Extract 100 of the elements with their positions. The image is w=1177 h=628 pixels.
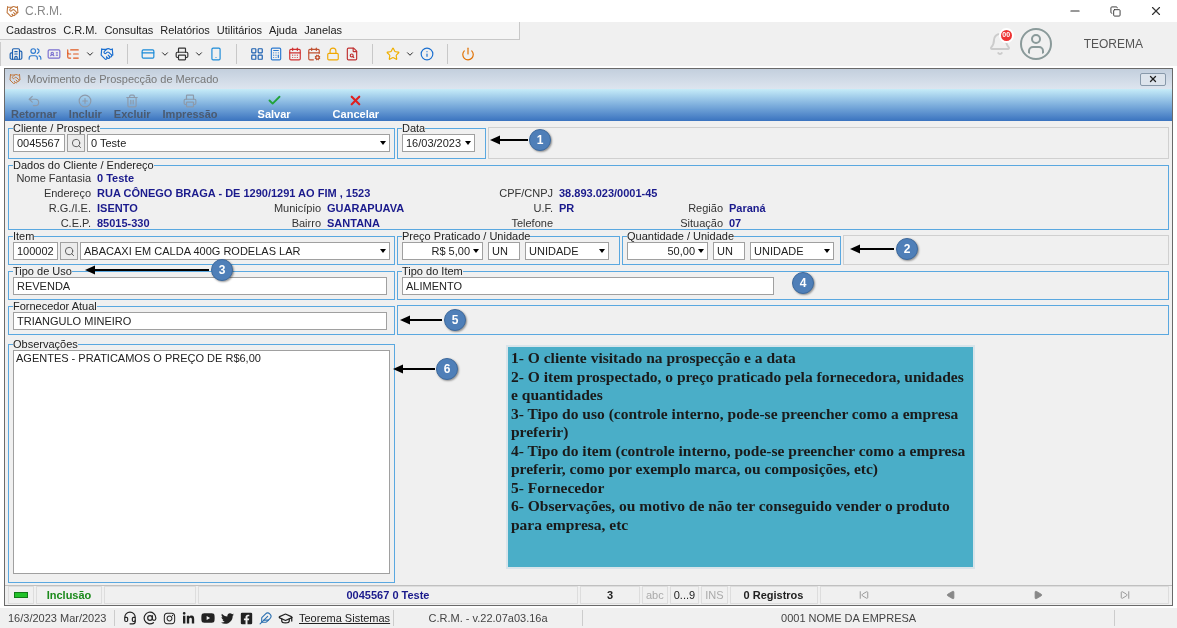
field-value: 07 (729, 216, 743, 231)
menu-item[interactable]: Janelas (304, 22, 343, 39)
text-field[interactable]: UN (713, 242, 745, 260)
close-icon[interactable] (1149, 4, 1163, 18)
menu-item[interactable]: C.R.M. (63, 22, 98, 39)
search-button[interactable] (67, 134, 85, 152)
calendar-gear-icon[interactable] (307, 47, 321, 61)
close-icon (1148, 74, 1158, 84)
handshake-icon[interactable] (100, 47, 114, 61)
field-label: Situação (679, 216, 723, 231)
group-label: Dados do Cliente / Endereço (13, 160, 154, 171)
combo-box[interactable]: 0 Teste (87, 134, 390, 152)
note-text: 1- O cliente visitado na prospecção e a data (511, 349, 797, 368)
card-icon[interactable] (141, 47, 155, 61)
power-icon[interactable] (461, 47, 475, 61)
field-value: GUARAPUAVA (327, 201, 406, 216)
menu-item[interactable]: Consultas (104, 22, 154, 39)
menu-item[interactable]: Ajuda (269, 22, 298, 39)
field-value: 0 Teste (97, 171, 136, 186)
combo-box[interactable]: 16/03/2023 (402, 134, 475, 152)
linkedin-icon[interactable] (182, 611, 195, 625)
info-icon[interactable] (420, 47, 434, 61)
caret-icon (465, 141, 471, 145)
text-field[interactable]: 100002 (13, 242, 58, 260)
close-button[interactable] (1140, 72, 1166, 86)
combo-box[interactable]: UNIDADE (525, 242, 609, 260)
field-label: R.G./I.E. (47, 201, 91, 216)
field-label: U.F. (532, 201, 553, 216)
trash-icon (125, 94, 140, 108)
at-sign-icon[interactable] (143, 611, 157, 625)
window-icon (9, 73, 21, 85)
grid-icon[interactable] (250, 47, 264, 61)
search-icon (63, 245, 75, 257)
count-status: 3 (580, 586, 640, 604)
document-search-icon[interactable] (345, 47, 359, 61)
youtube-icon[interactable] (201, 611, 215, 625)
group-label: Fornecedor Atual (13, 301, 97, 312)
printer-icon (183, 94, 198, 108)
app-logo-icon (6, 4, 19, 18)
graduation-cap-icon[interactable] (278, 610, 293, 626)
caret-icon[interactable] (405, 49, 415, 59)
combo-box[interactable]: R$ 5,00 (402, 242, 483, 260)
text-field[interactable]: UN (488, 242, 520, 260)
notes-field[interactable]: AGENTES - PRATICAMOS O PREÇO DE R$6,00 (13, 350, 390, 574)
combo-box[interactable]: UNIDADE (750, 242, 834, 260)
field-value: Paraná (729, 201, 767, 216)
field-label: Telefone (510, 216, 553, 231)
field-value: SANTANA (327, 216, 381, 231)
people-icon[interactable] (28, 47, 42, 61)
text-field[interactable]: TRIANGULO MINEIRO (13, 312, 387, 330)
note-text: 5- Fornecedor (511, 478, 606, 497)
mode-status: Inclusão (36, 586, 102, 604)
phone-icon[interactable] (209, 47, 223, 61)
facebook-icon[interactable] (240, 611, 253, 625)
user-avatar-icon[interactable] (1019, 28, 1052, 60)
star-icon[interactable] (386, 47, 400, 61)
caret-icon[interactable] (85, 49, 95, 59)
next-record-icon[interactable] (1032, 590, 1043, 600)
search-button[interactable] (60, 242, 78, 260)
plus-icon (78, 94, 93, 108)
menu-item[interactable]: Utilitários (216, 22, 263, 39)
caret-icon (824, 249, 830, 253)
group-label: Preço Praticado / Unidade (402, 231, 531, 242)
previous-record-icon[interactable] (945, 590, 956, 600)
feather-icon[interactable] (259, 611, 272, 625)
text-field[interactable]: ALIMENTO (402, 277, 774, 295)
calculator-icon[interactable] (269, 47, 283, 61)
group-label: Tipo de Uso (13, 266, 72, 277)
undo-icon (26, 94, 41, 108)
group-label: Item (13, 231, 35, 242)
caret-icon (599, 249, 605, 253)
group-label: Data (402, 123, 426, 134)
twitter-icon[interactable] (221, 611, 234, 625)
bell-icon[interactable] (987, 32, 1012, 56)
caret-icon[interactable] (194, 49, 204, 59)
field-label: CPF/CNPJ (498, 186, 553, 201)
menu-item[interactable]: Relatórios (160, 22, 210, 39)
calendar-icon[interactable] (288, 47, 302, 61)
text-field[interactable]: 0045567 (13, 134, 65, 152)
combo-box[interactable]: 50,00 (627, 242, 708, 260)
company-label: 0001 NOME DA EMPRESA (583, 609, 1116, 627)
menu-item[interactable]: Cadastros (6, 22, 57, 39)
card-icon[interactable] (47, 47, 61, 61)
restore-icon[interactable] (1110, 5, 1121, 17)
field-label: Região (687, 201, 723, 216)
toolbar-button[interactable]: Cancelar (330, 93, 382, 120)
search-icon (70, 137, 82, 149)
list-icon[interactable] (66, 47, 80, 61)
toolbar-button[interactable]: Salvar (255, 93, 293, 120)
group-label: Quantidade / Unidade (627, 231, 735, 242)
instagram-icon[interactable] (163, 611, 176, 625)
field-value: 85015-330 (97, 216, 151, 231)
building-icon[interactable] (9, 47, 23, 61)
headset-icon[interactable] (123, 611, 137, 625)
website-link[interactable]: Teorema Sistemas (299, 609, 391, 627)
status-indicator-icon (14, 592, 28, 598)
text-field[interactable]: REVENDA (13, 277, 387, 295)
caret-icon[interactable] (160, 49, 170, 59)
printer-icon[interactable] (175, 47, 189, 61)
combo-box[interactable]: ABACAXI EM CALDA 400G RODELAS LAR (80, 242, 390, 260)
